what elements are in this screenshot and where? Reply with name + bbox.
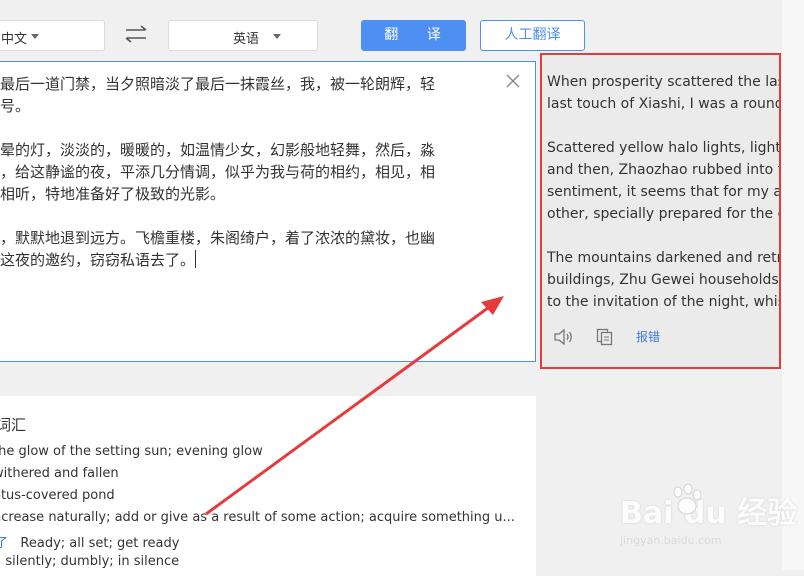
baidu-jingyan-watermark: Bai du 经验 jingyan.baidu.com: [620, 483, 798, 547]
paw-logo-icon: [673, 483, 702, 515]
watermark-url: jingyan.baidu.com: [620, 534, 722, 547]
watermark-brand: Bai du 经验: [620, 496, 798, 531]
